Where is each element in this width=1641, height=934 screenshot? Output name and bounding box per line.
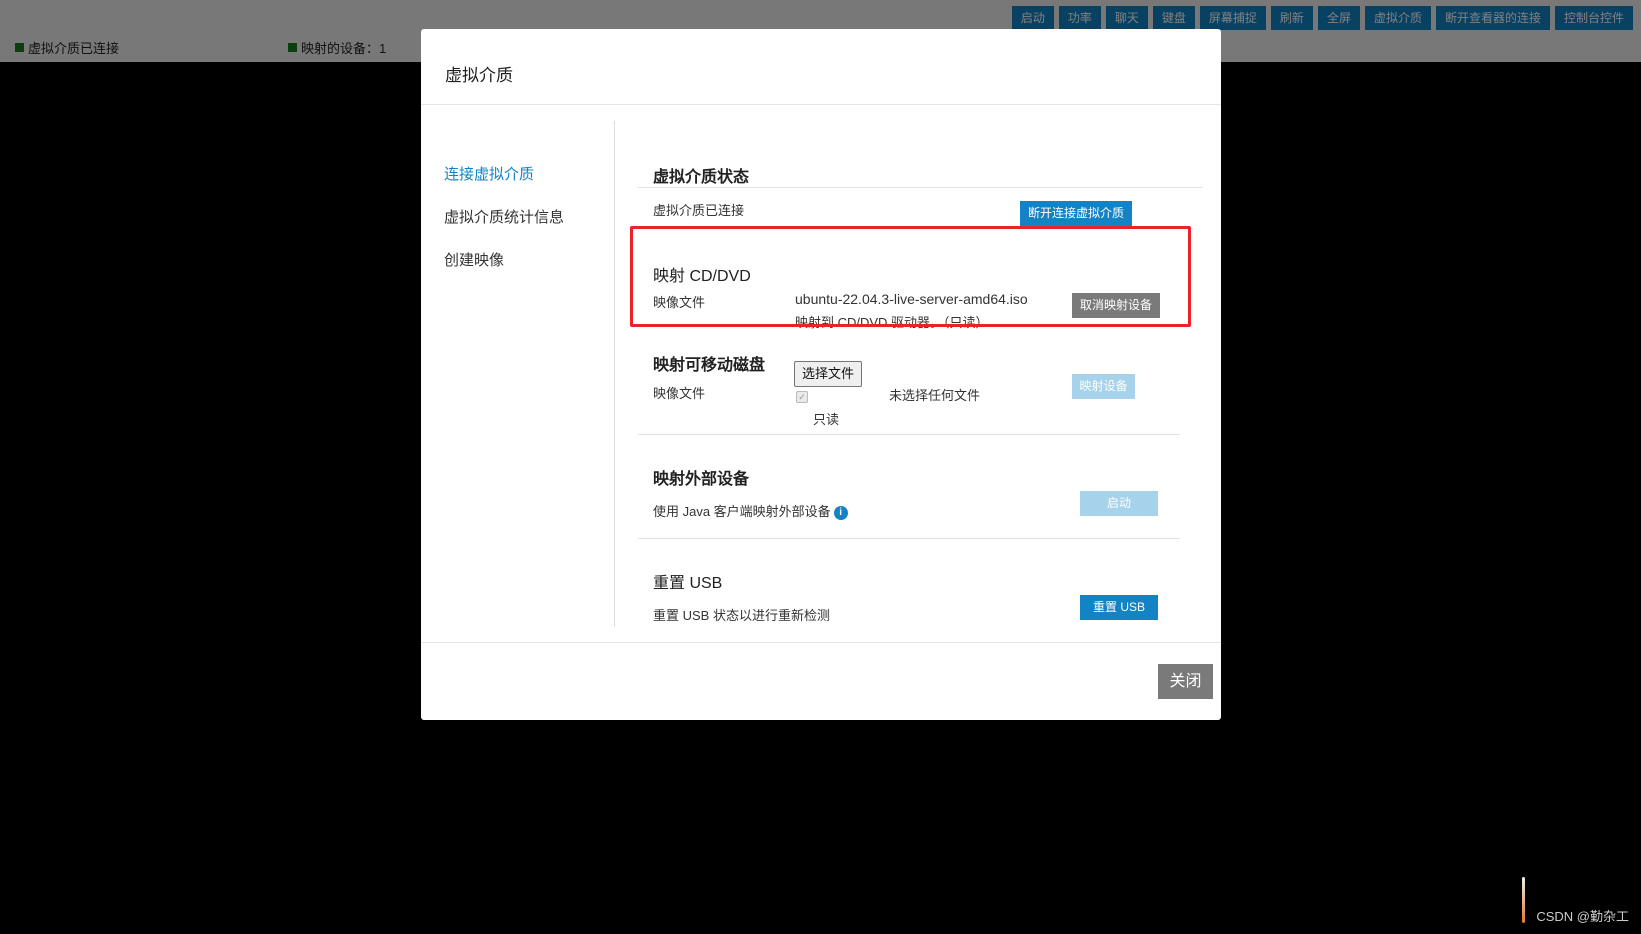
divider [638, 538, 1180, 539]
reset-usb-button[interactable]: 重置 USB [1080, 595, 1158, 620]
map-removable-button[interactable]: 映射设备 [1072, 374, 1135, 399]
disconnect-media-button[interactable]: 断开连接虚拟介质 [1020, 201, 1132, 226]
section-title-external: 映射外部设备 [653, 471, 750, 488]
no-file-chosen-text: 未选择任何文件 [889, 388, 981, 403]
removable-image-label: 映像文件 [653, 386, 706, 401]
section-title-removable: 映射可移动磁盘 [653, 357, 766, 374]
external-description-text: 使用 Java 客户端映射外部设备 [653, 504, 831, 519]
divider [638, 434, 1180, 435]
start-external-button[interactable]: 启动 [1080, 491, 1158, 516]
scroll-indicator [1522, 877, 1525, 923]
side-nav: 连接虚拟介质 虚拟介质统计信息 创建映像 [421, 121, 615, 627]
readonly-label: 只读 [813, 412, 840, 427]
readonly-checkbox[interactable]: ✓ [796, 391, 808, 403]
section-title-usb: 重置 USB [653, 575, 723, 592]
divider [638, 187, 1203, 188]
dialog-title: 虚拟介质 [445, 66, 513, 85]
external-description: 使用 Java 客户端映射外部设备 i [653, 501, 848, 520]
nav-item-media-statistics[interactable]: 虚拟介质统计信息 [444, 206, 564, 227]
section-title-status: 虚拟介质状态 [653, 169, 750, 186]
media-status-text: 虚拟介质已连接 [653, 203, 745, 218]
info-icon[interactable]: i [833, 506, 848, 520]
usb-description: 重置 USB 状态以进行重新检测 [653, 608, 830, 623]
dialog-footer-divider [421, 642, 1221, 643]
dialog-header: 虚拟介质 [421, 29, 1221, 105]
nav-item-create-image[interactable]: 创建映像 [444, 249, 504, 270]
watermark: CSDN @勤杂工 [1536, 909, 1629, 924]
highlight-box [630, 226, 1191, 327]
close-button[interactable]: 关闭 [1158, 664, 1213, 699]
nav-item-connect-media[interactable]: 连接虚拟介质 [444, 163, 534, 184]
choose-file-button[interactable]: 选择文件 [794, 361, 863, 387]
